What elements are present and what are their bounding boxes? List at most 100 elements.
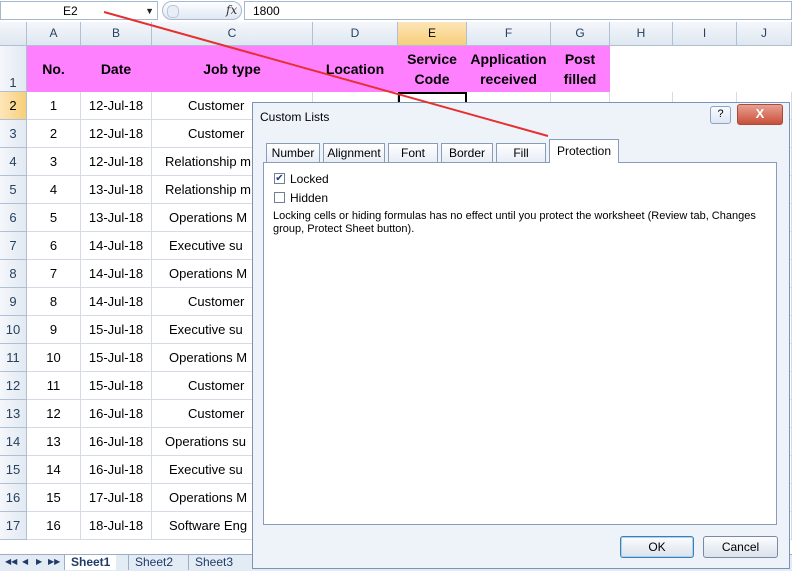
column-header-a[interactable]: A <box>27 22 81 46</box>
fx-icon[interactable]: fx <box>226 3 237 17</box>
table-cell[interactable]: 14 <box>27 456 81 484</box>
table-cell[interactable]: 15-Jul-18 <box>81 372 152 400</box>
row-header[interactable]: 11 <box>0 344 27 372</box>
locked-checkbox[interactable]: ✔ <box>274 173 285 184</box>
table-cell[interactable]: 12-Jul-18 <box>81 120 152 148</box>
table-cell[interactable]: 18-Jul-18 <box>81 512 152 540</box>
tab-border[interactable]: Border <box>441 143 493 162</box>
sheet-tab-2[interactable]: Sheet2 <box>128 555 179 570</box>
header-cell[interactable]: Job type <box>152 46 313 92</box>
dialog-title: Custom Lists <box>260 110 330 124</box>
table-cell[interactable]: 5 <box>27 204 81 232</box>
table-cell[interactable]: 14-Jul-18 <box>81 288 152 316</box>
table-cell[interactable]: 12 <box>27 400 81 428</box>
table-cell[interactable]: 16-Jul-18 <box>81 400 152 428</box>
table-cell[interactable]: 2 <box>27 120 81 148</box>
row-header[interactable]: 16 <box>0 484 27 512</box>
table-cell[interactable]: 4 <box>27 176 81 204</box>
header-cell[interactable]: Application received <box>467 46 551 92</box>
header-cell[interactable]: Service Code <box>398 46 467 92</box>
select-all-corner[interactable] <box>0 22 27 46</box>
sheet-tab-1[interactable]: Sheet1 <box>64 555 117 570</box>
row-header[interactable]: 13 <box>0 400 27 428</box>
table-cell[interactable]: 11 <box>27 372 81 400</box>
column-header-h[interactable]: H <box>610 22 673 46</box>
protection-panel: ✔ Locked Hidden Locking cells or hiding … <box>263 162 777 525</box>
tab-protection[interactable]: Protection <box>549 139 619 163</box>
table-cell[interactable]: 12-Jul-18 <box>81 92 152 120</box>
close-button[interactable]: X <box>737 104 783 125</box>
last-sheet-icon[interactable]: ▶▶ <box>48 557 60 566</box>
column-header-e[interactable]: E <box>398 22 467 46</box>
row-header[interactable]: 5 <box>0 176 27 204</box>
chevron-down-icon[interactable]: ▼ <box>145 6 154 16</box>
row-header-1[interactable]: 1 <box>0 46 27 92</box>
sheet-tab-3[interactable]: Sheet3 <box>188 555 239 570</box>
name-box[interactable]: E2 ▼ <box>0 1 158 20</box>
expand-handle-icon[interactable] <box>167 5 179 18</box>
table-cell[interactable]: 6 <box>27 232 81 260</box>
column-header-i[interactable]: I <box>673 22 737 46</box>
row-header[interactable]: 3 <box>0 120 27 148</box>
formula-bar: E2 ▼ fx 1800 <box>0 0 792 23</box>
help-button[interactable]: ? <box>710 106 731 124</box>
table-cell[interactable]: 8 <box>27 288 81 316</box>
row-header[interactable]: 12 <box>0 372 27 400</box>
row-header[interactable]: 10 <box>0 316 27 344</box>
column-header-f[interactable]: F <box>467 22 551 46</box>
table-cell[interactable]: 13 <box>27 428 81 456</box>
locked-label[interactable]: Locked <box>290 172 329 186</box>
table-cell[interactable]: 10 <box>27 344 81 372</box>
table-cell[interactable]: 15-Jul-18 <box>81 316 152 344</box>
table-cell[interactable]: 3 <box>27 148 81 176</box>
row-header[interactable]: 7 <box>0 232 27 260</box>
table-cell[interactable]: 12-Jul-18 <box>81 148 152 176</box>
header-cell[interactable]: No. <box>27 46 81 92</box>
header-cell[interactable]: Post filled <box>551 46 610 92</box>
ok-button[interactable]: OK <box>620 536 694 558</box>
row-header[interactable]: 9 <box>0 288 27 316</box>
column-header-b[interactable]: B <box>81 22 152 46</box>
table-cell[interactable]: 13-Jul-18 <box>81 204 152 232</box>
table-cell[interactable]: 9 <box>27 316 81 344</box>
table-cell[interactable]: 16-Jul-18 <box>81 456 152 484</box>
row-header[interactable]: 15 <box>0 456 27 484</box>
first-sheet-icon[interactable]: ◀◀ <box>5 557 17 566</box>
table-cell[interactable]: 1 <box>27 92 81 120</box>
header-cell[interactable]: Date <box>81 46 152 92</box>
formula-input[interactable]: 1800 <box>244 1 792 20</box>
column-header-d[interactable]: D <box>313 22 398 46</box>
hidden-label[interactable]: Hidden <box>290 191 328 205</box>
table-cell[interactable]: 14-Jul-18 <box>81 260 152 288</box>
table-cell[interactable]: 14-Jul-18 <box>81 232 152 260</box>
next-sheet-icon[interactable]: ▶ <box>36 557 42 566</box>
name-box-value: E2 <box>63 4 78 18</box>
table-cell[interactable]: 17-Jul-18 <box>81 484 152 512</box>
table-cell[interactable]: 16 <box>27 512 81 540</box>
protection-note: Locking cells or hiding formulas has no … <box>273 210 756 235</box>
row-header[interactable]: 8 <box>0 260 27 288</box>
tab-font[interactable]: Font <box>388 143 438 162</box>
column-header-g[interactable]: G <box>551 22 610 46</box>
column-header-c[interactable]: C <box>152 22 313 46</box>
row-header[interactable]: 17 <box>0 512 27 540</box>
table-cell[interactable]: 16-Jul-18 <box>81 428 152 456</box>
column-header-j[interactable]: J <box>737 22 792 46</box>
insert-function-control[interactable]: fx <box>162 1 242 20</box>
tab-fill[interactable]: Fill <box>496 143 546 162</box>
table-cell[interactable]: 15-Jul-18 <box>81 344 152 372</box>
table-cell[interactable]: 15 <box>27 484 81 512</box>
table-cell[interactable]: 7 <box>27 260 81 288</box>
row-header[interactable]: 2 <box>0 92 27 120</box>
hidden-checkbox[interactable] <box>274 192 285 203</box>
row-header[interactable]: 6 <box>0 204 27 232</box>
header-cell[interactable]: Location <box>313 46 398 92</box>
row-header[interactable]: 4 <box>0 148 27 176</box>
format-cells-dialog: Custom Lists ? X Number Alignment Font B… <box>252 102 790 569</box>
tab-number[interactable]: Number <box>266 143 320 162</box>
table-cell[interactable]: 13-Jul-18 <box>81 176 152 204</box>
tab-alignment[interactable]: Alignment <box>323 143 385 162</box>
prev-sheet-icon[interactable]: ◀ <box>22 557 28 566</box>
row-header[interactable]: 14 <box>0 428 27 456</box>
cancel-button[interactable]: Cancel <box>703 536 778 558</box>
